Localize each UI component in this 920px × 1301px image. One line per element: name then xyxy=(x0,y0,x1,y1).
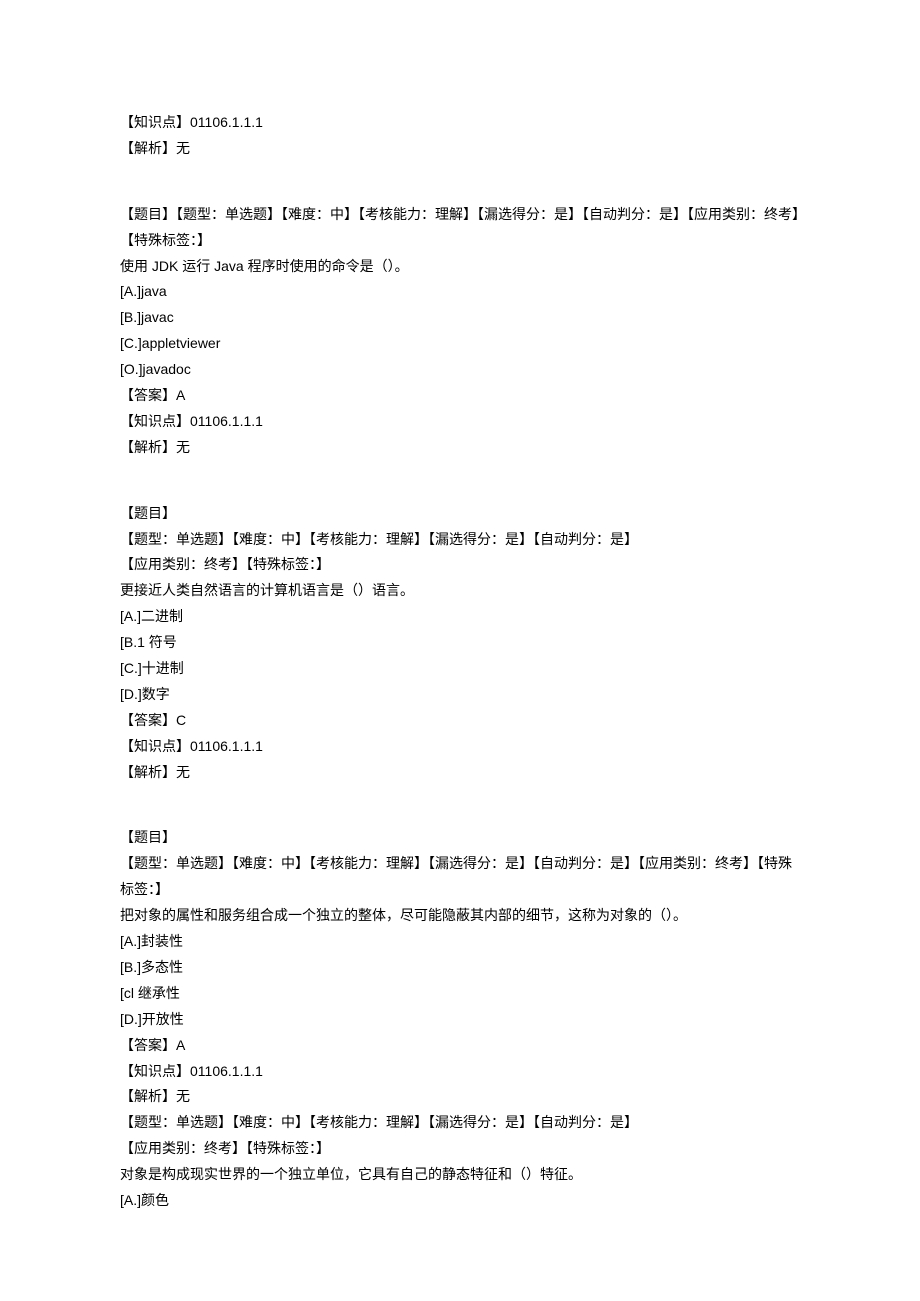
question-block-1: 【题目】【题型：单选题】【难度：中】【考核能力：理解】【漏选得分：是】【自动判分… xyxy=(120,202,800,461)
text-line: 【答案】C xyxy=(120,708,800,734)
text-line: 【解析】无 xyxy=(120,136,800,162)
text-line: [A.]java xyxy=(120,279,800,305)
text-line: 对象是构成现实世界的一个独立单位，它具有自己的静态特征和（）特征。 xyxy=(120,1162,800,1188)
text-line: 【题目】 xyxy=(120,501,800,527)
text-line: [B.]多态性 xyxy=(120,955,800,981)
text-line: [C.]十进制 xyxy=(120,656,800,682)
text-line: 【知识点】01106.1.1.1 xyxy=(120,110,800,136)
text-line: [B.]javac xyxy=(120,305,800,331)
text-line: 【解析】无 xyxy=(120,1084,800,1110)
text-line: 【题型：单选题】【难度：中】【考核能力：理解】【漏选得分：是】【自动判分：是】【… xyxy=(120,851,800,903)
text-line: 【答案】A xyxy=(120,383,800,409)
text-line: [B.1 符号 xyxy=(120,630,800,656)
text-line: 【题目】【题型：单选题】【难度：中】【考核能力：理解】【漏选得分：是】【自动判分… xyxy=(120,202,800,254)
text-line: 【解析】无 xyxy=(120,760,800,786)
text-line: [D.]数字 xyxy=(120,682,800,708)
text-line: 【解析】无 xyxy=(120,435,800,461)
text-line: [A.]颜色 xyxy=(120,1188,800,1214)
text-line: [cl 继承性 xyxy=(120,981,800,1007)
text-line: 【题型：单选题】【难度：中】【考核能力：理解】【漏选得分：是】【自动判分：是】 xyxy=(120,1110,800,1136)
text-line: 使用 JDK 运行 Java 程序时使用的命令是（）。 xyxy=(120,254,800,280)
text-line: [C.]appletviewer xyxy=(120,331,800,357)
text-line: [A.]二进制 xyxy=(120,604,800,630)
text-line: 把对象的属性和服务组合成一个独立的整体，尽可能隐蔽其内部的细节，这称为对象的（）… xyxy=(120,903,800,929)
text-line: 【知识点】01106.1.1.1 xyxy=(120,1059,800,1085)
question-block-2: 【题目】 【题型：单选题】【难度：中】【考核能力：理解】【漏选得分：是】【自动判… xyxy=(120,501,800,786)
text-line: 【知识点】01106.1.1.1 xyxy=(120,409,800,435)
document-page: 【知识点】01106.1.1.1 【解析】无 【题目】【题型：单选题】【难度：中… xyxy=(0,0,920,1301)
text-line: [A.]封装性 xyxy=(120,929,800,955)
question-block-3: 【题目】 【题型：单选题】【难度：中】【考核能力：理解】【漏选得分：是】【自动判… xyxy=(120,825,800,1213)
text-line: 【题型：单选题】【难度：中】【考核能力：理解】【漏选得分：是】【自动判分：是】 xyxy=(120,527,800,553)
text-line: [D.]开放性 xyxy=(120,1007,800,1033)
text-line: 更接近人类自然语言的计算机语言是（）语言。 xyxy=(120,578,800,604)
text-line: 【应用类别：终考】【特殊标签：】 xyxy=(120,552,800,578)
question-block-0: 【知识点】01106.1.1.1 【解析】无 xyxy=(120,110,800,162)
text-line: 【应用类别：终考】【特殊标签：】 xyxy=(120,1136,800,1162)
text-line: 【答案】A xyxy=(120,1033,800,1059)
text-line: [O.]javadoc xyxy=(120,357,800,383)
text-line: 【题目】 xyxy=(120,825,800,851)
text-line: 【知识点】01106.1.1.1 xyxy=(120,734,800,760)
